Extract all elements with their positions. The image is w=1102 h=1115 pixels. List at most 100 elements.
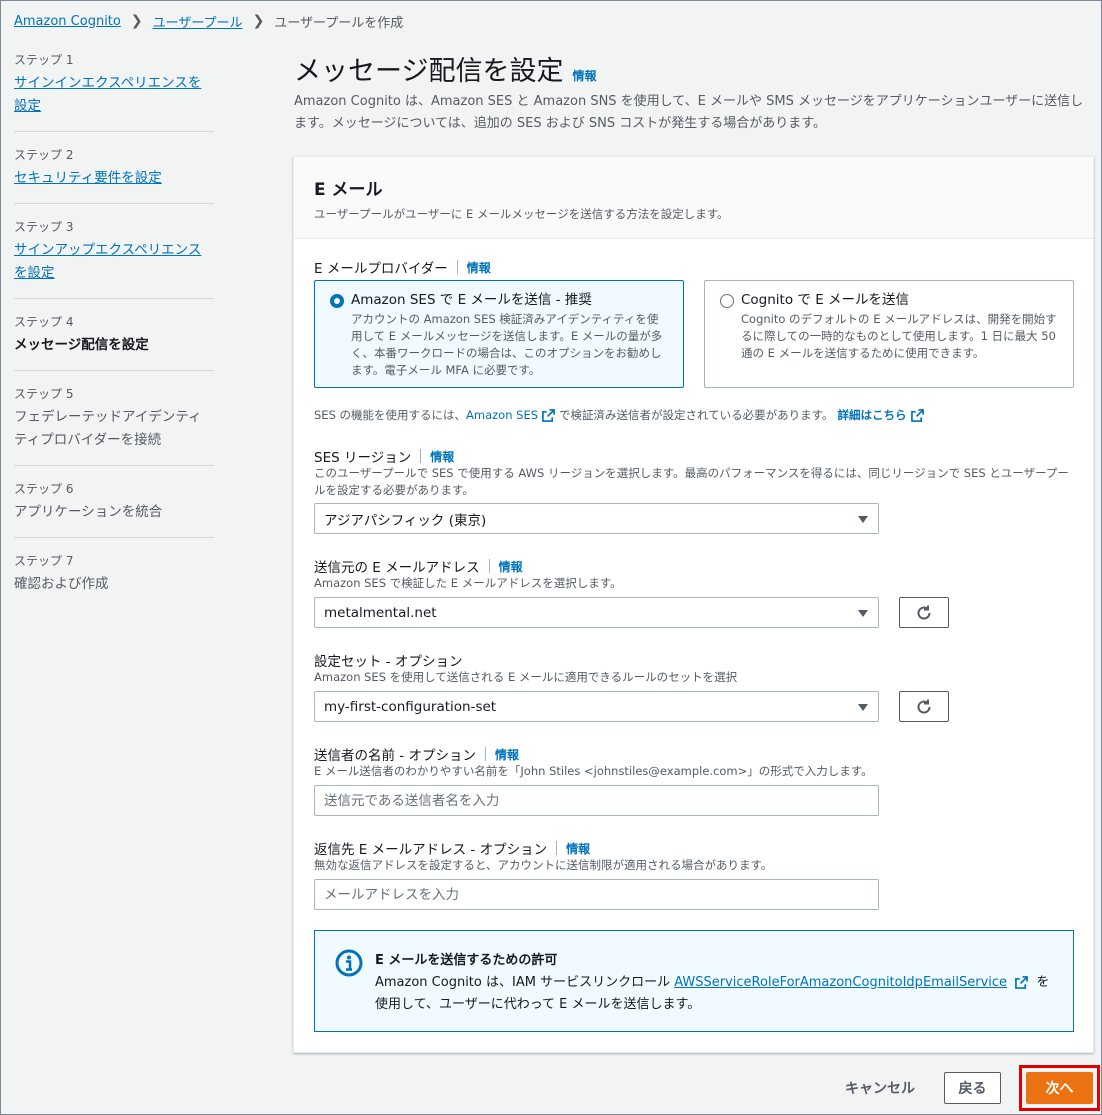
step-number: ステップ 4 [14, 315, 74, 329]
card-title: E メール [314, 180, 383, 200]
step-title-line[interactable]: サインインエクスペリエンスを [14, 75, 201, 91]
config-set-label: 設定セット - オプション [314, 650, 462, 670]
radio-option-description: Cognito のデフォルトの E メールアドレスは、開発を開始するに際しての一… [741, 312, 1057, 360]
divider [420, 449, 422, 463]
radio-button-selected[interactable] [330, 294, 344, 308]
step-4-current: メッセージ配信を設定 [14, 337, 149, 353]
divider [556, 841, 558, 855]
step-title-line[interactable]: を設定 [14, 265, 55, 281]
email-provider-label: E メールプロバイダー 情報 [314, 257, 491, 277]
step-number: ステップ 7 [14, 554, 74, 568]
ses-region-label: SES リージョン 情報 [314, 446, 454, 466]
reply-to-info-link[interactable]: 情報 [566, 840, 590, 857]
divider [484, 747, 486, 761]
external-link-icon[interactable] [910, 408, 924, 422]
step-3-link[interactable]: サインアップエクスペリエンス を設定 [14, 239, 214, 285]
step-title-line[interactable]: サインアップエクスペリエンス [14, 242, 201, 258]
page-info-link[interactable]: 情報 [572, 67, 596, 84]
alert-body: Amazon Cognito は、IAM サービスリンクロール AWSServi… [375, 972, 1053, 1016]
ses-note-text: で検証済み送信者が設定されている必要があります。 [559, 408, 834, 422]
email-provider-info-link[interactable]: 情報 [467, 259, 491, 276]
step-number: ステップ 3 [14, 220, 74, 234]
alert-title: E メールを送信するための許可 [375, 953, 558, 968]
radio-option-description: アカウントの Amazon SES 検証済みアイデンティティを使用して E メー… [351, 312, 663, 377]
step-title-line[interactable]: 設定 [14, 98, 41, 114]
sender-name-label: 送信者の名前 - オプション 情報 [314, 744, 519, 764]
config-set-description: Amazon SES を使用して送信される E メールに適用できるルールのセット… [314, 670, 738, 684]
ses-note: SES の機能を使用するには、 Amazon SES で検証済み送信者が設定され… [314, 407, 928, 423]
step-1: ステップ 1 サインインエクスペリエンスを 設定 [14, 47, 214, 132]
ses-note-text: SES の機能を使用するには、 [314, 408, 467, 422]
select-value: アジアパシフィック (東京) [324, 512, 487, 529]
breadcrumb-user-pools[interactable]: ユーザープール [153, 12, 243, 31]
refresh-email-button[interactable] [899, 597, 949, 628]
chevron-right-icon: ❯ [130, 13, 143, 29]
wizard-steps: ステップ 1 サインインエクスペリエンスを 設定 ステップ 2 セキュリティ要件… [14, 47, 214, 619]
sender-name-description: E メール送信者のわかりやすい名前を「John Stiles <johnstil… [314, 764, 873, 778]
field-label-text: E メールプロバイダー [314, 261, 448, 277]
step-5-title: フェデレーテッドアイデンティ ティプロバイダーを接続 [14, 406, 214, 452]
next-button[interactable]: 次へ [1026, 1072, 1093, 1104]
from-email-info-link[interactable]: 情報 [499, 558, 523, 575]
learn-more-link[interactable]: 詳細はこちら [838, 407, 907, 423]
refresh-icon [917, 699, 931, 714]
step-title-line: フェデレーテッドアイデンティ [14, 409, 202, 425]
refresh-icon [917, 605, 931, 620]
reply-to-description: 無効な返信アドレスを設定すると、アカウントに送信制限が適用される場合があります。 [314, 858, 773, 872]
reply-to-label: 返信先 E メールアドレス - オプション 情報 [314, 838, 590, 858]
radio-option-ses[interactable]: Amazon SES で E メールを送信 - 推奨 アカウントの Amazon… [314, 280, 684, 388]
from-email-description: Amazon SES で検証した E メールアドレスを選択します。 [314, 576, 622, 590]
alert-text: 使用して、ユーザーに代わって E メールを送信します。 [375, 997, 701, 1012]
alert-text: を [1036, 975, 1050, 990]
step-title-line: ティプロバイダーを接続 [14, 432, 162, 448]
field-label-text: 送信者の名前 - オプション [314, 748, 476, 764]
step-number: ステップ 2 [14, 148, 74, 162]
ses-region-description: このユーザープールで SES で使用する AWS リージョンを選択します。最高の… [314, 466, 1069, 497]
step-6: ステップ 6 アプリケーションを統合 [14, 476, 214, 538]
step-5: ステップ 5 フェデレーテッドアイデンティ ティプロバイダーを接続 [14, 381, 214, 466]
step-7-title: 確認および作成 [14, 576, 109, 592]
from-email-select[interactable]: metalmental.net [314, 597, 879, 628]
breadcrumb-amazon-cognito[interactable]: Amazon Cognito [14, 14, 121, 29]
divider [456, 260, 458, 274]
alert-text: Amazon Cognito は、IAM サービスリンクロール [375, 975, 671, 990]
step-2: ステップ 2 セキュリティ要件を設定 [14, 142, 214, 204]
select-value: metalmental.net [324, 604, 437, 621]
ses-region-info-link[interactable]: 情報 [430, 448, 454, 465]
caret-down-icon [858, 516, 868, 523]
card-subtitle: ユーザープールがユーザーに E メールメッセージを送信する方法を設定します。 [314, 207, 729, 221]
select-value: my-first-configuration-set [324, 698, 497, 715]
step-number: ステップ 6 [14, 482, 74, 496]
card-header: E メール ユーザープールがユーザーに E メールメッセージを送信する方法を設定… [294, 157, 1093, 239]
back-button[interactable]: 戻る [944, 1072, 1001, 1104]
caret-down-icon [858, 704, 868, 711]
caret-down-icon [858, 610, 868, 617]
step-2-link[interactable]: セキュリティ要件を設定 [14, 167, 214, 190]
reply-to-input[interactable] [314, 879, 879, 910]
email-settings-card: E メール ユーザープールがユーザーに E メールメッセージを送信する方法を設定… [293, 156, 1094, 1053]
step-7: ステップ 7 確認および作成 [14, 548, 214, 609]
breadcrumb: Amazon Cognito ❯ ユーザープール ❯ ユーザープールを作成 [14, 10, 403, 32]
step-number: ステップ 1 [14, 53, 74, 67]
sender-name-input[interactable] [314, 785, 879, 816]
info-icon [335, 949, 363, 977]
cancel-button[interactable]: キャンセル [845, 1078, 915, 1098]
step-1-link[interactable]: サインインエクスペリエンスを 設定 [14, 72, 214, 118]
service-role-link[interactable]: AWSServiceRoleForAmazonCognitoIdpEmailSe… [674, 975, 1007, 990]
refresh-config-set-button[interactable] [899, 691, 949, 722]
chevron-right-icon: ❯ [252, 13, 265, 29]
step-4: ステップ 4 メッセージ配信を設定 [14, 309, 214, 371]
amazon-ses-link[interactable]: Amazon SES [466, 408, 538, 422]
sender-name-info-link[interactable]: 情報 [495, 746, 519, 763]
radio-button[interactable] [720, 294, 734, 308]
radio-option-cognito[interactable]: Cognito で E メールを送信 Cognito のデフォルトの E メール… [704, 280, 1074, 388]
step-6-title: アプリケーションを統合 [14, 504, 163, 520]
config-set-select[interactable]: my-first-configuration-set [314, 691, 879, 722]
next-button-highlight: 次へ [1019, 1065, 1100, 1111]
step-3: ステップ 3 サインアップエクスペリエンス を設定 [14, 214, 214, 299]
external-link-icon[interactable] [1015, 976, 1029, 989]
page-title: メッセージ配信を設定 情報 [294, 49, 596, 88]
field-label-text: 送信元の E メールアドレス [314, 560, 480, 576]
ses-region-select[interactable]: アジアパシフィック (東京) [314, 503, 879, 534]
external-link-icon[interactable] [542, 408, 555, 422]
